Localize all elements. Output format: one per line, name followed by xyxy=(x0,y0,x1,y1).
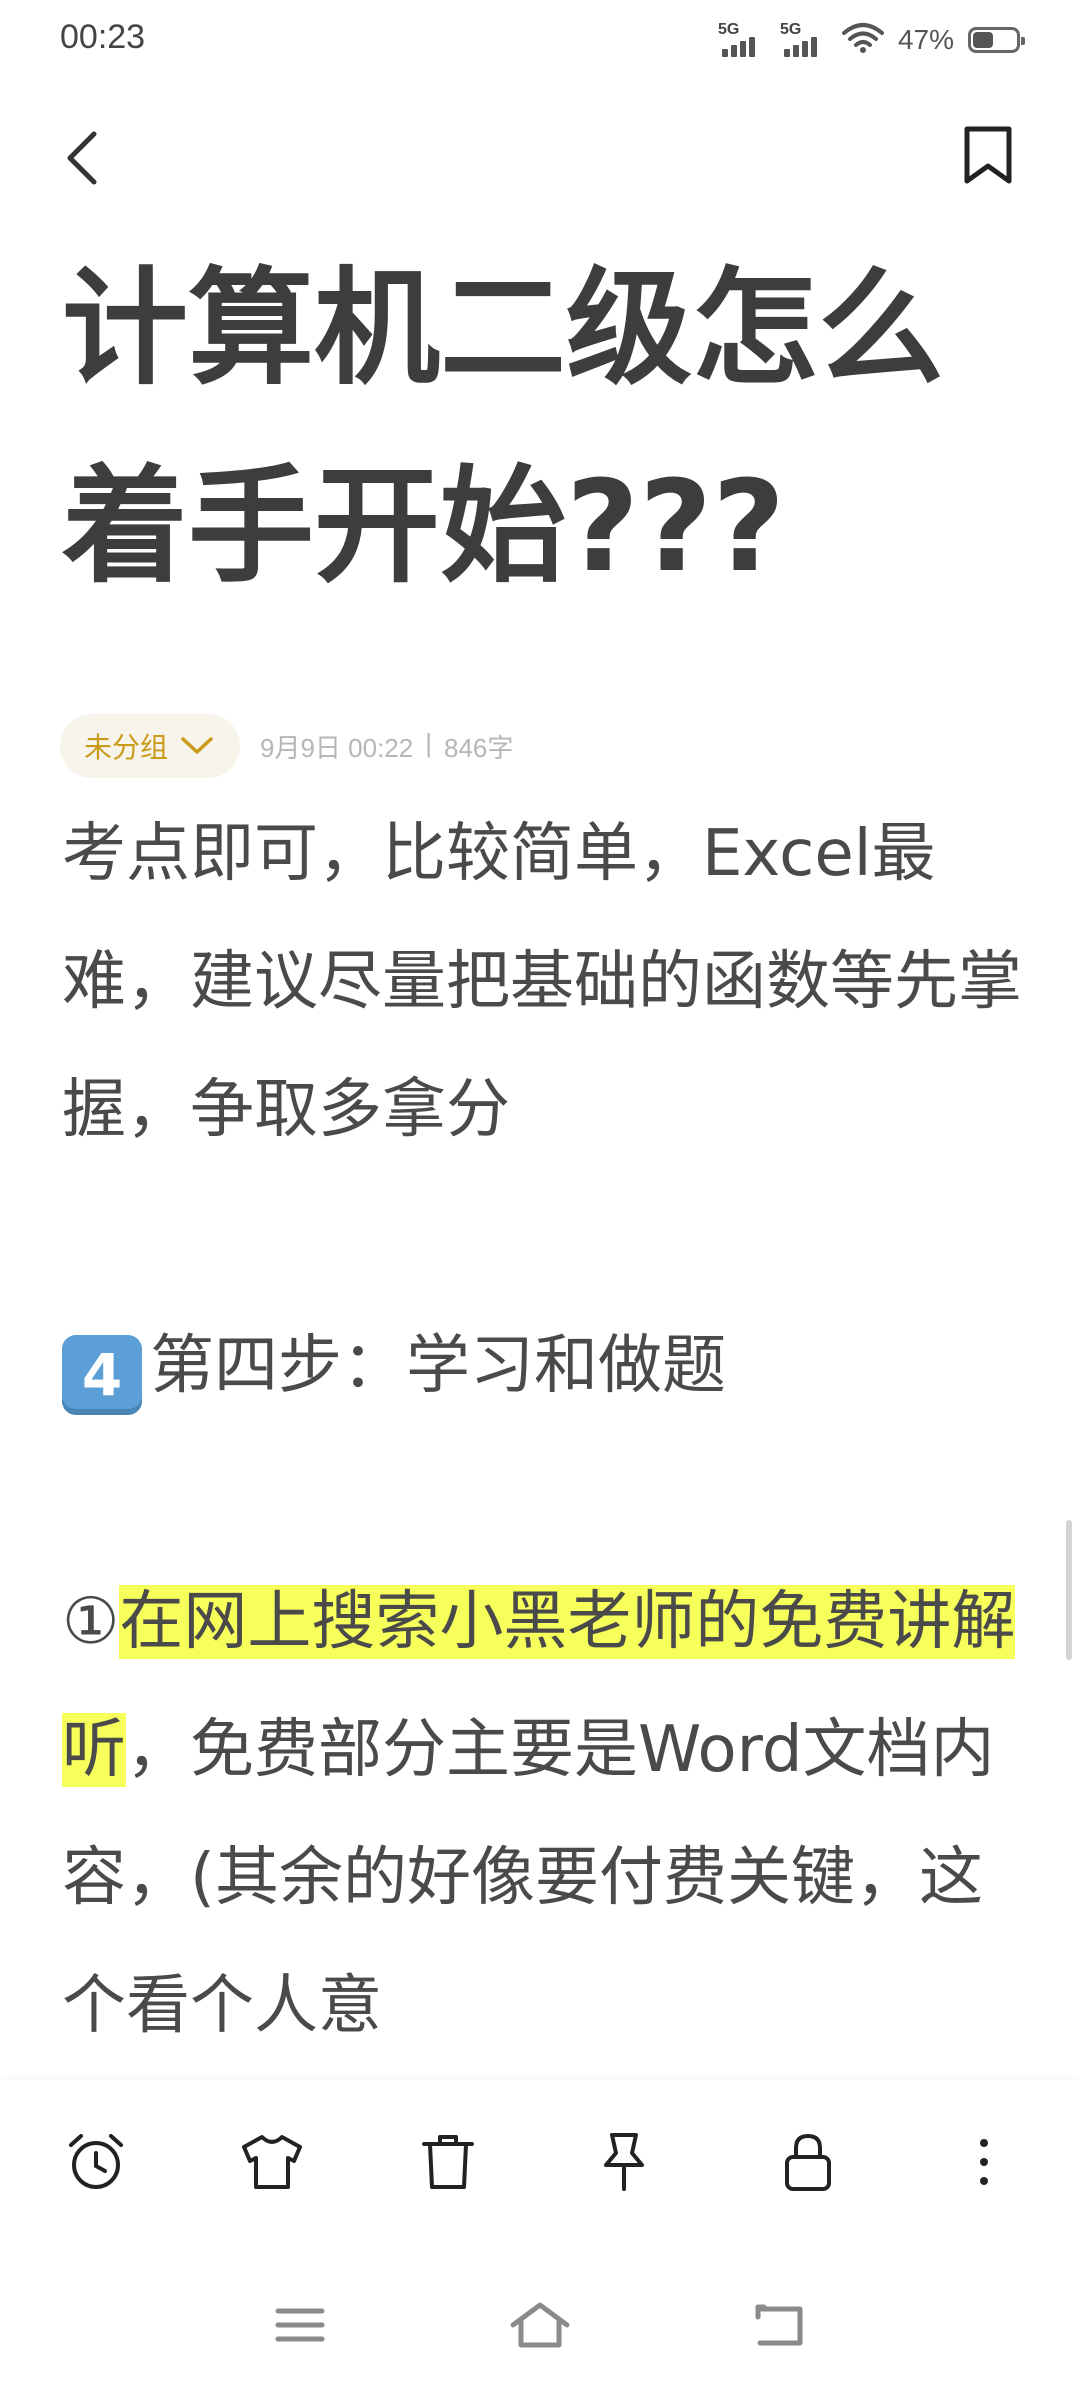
paragraph: 考点即可，比较简单，Excel最难，建议尽量把基础的函数等先掌握，争取多拿分 xyxy=(62,817,1022,1147)
signal-icon: 5G xyxy=(718,21,766,57)
battery-percent: 47% xyxy=(897,24,954,55)
battery-icon xyxy=(968,27,1025,53)
recent-apps-button[interactable] xyxy=(265,2290,335,2360)
more-icon xyxy=(980,2139,988,2185)
step-heading: 4 第四步：学习和做题 xyxy=(62,1302,1022,1430)
wifi-icon xyxy=(841,21,884,59)
note-title[interactable]: 计算机二级怎么着手开始??? xyxy=(62,230,1022,626)
back-button[interactable] xyxy=(64,118,124,198)
group-selector[interactable]: 未分组 xyxy=(60,714,241,778)
lock-button[interactable] xyxy=(776,2130,840,2194)
status-icons: 5G 5G 47% xyxy=(718,18,1025,62)
alarm-button[interactable] xyxy=(64,2130,128,2194)
bookmark-icon xyxy=(964,126,1012,184)
status-time: 00:23 xyxy=(60,18,146,56)
status-bar: 00:23 5G 5G 47% xyxy=(0,0,1080,80)
more-button[interactable] xyxy=(952,2130,1016,2194)
note-date: 9月9日 00:22 xyxy=(260,732,414,763)
bottom-toolbar xyxy=(0,2080,1080,2240)
trash-icon xyxy=(422,2135,474,2189)
note-body[interactable]: 考点即可，比较简单，Excel最难，建议尽量把基础的函数等先掌握，争取多拿分 4… xyxy=(62,790,1022,2070)
system-navbar xyxy=(0,2240,1080,2400)
menu-icon xyxy=(275,2308,325,2342)
back-icon xyxy=(755,2304,803,2346)
alarm-icon xyxy=(69,2134,123,2189)
paragraph-text: ，免费部分主要是Word文档内容，(其余的好像要付费关键，这个看个人意 xyxy=(62,1713,995,2043)
pin-icon xyxy=(604,2133,644,2191)
meta-separator: | xyxy=(425,727,432,758)
theme-button[interactable] xyxy=(240,2130,304,2194)
nav-back-button[interactable] xyxy=(745,2290,815,2360)
keycap-four-icon: 4 xyxy=(62,1335,142,1415)
group-label: 未分组 xyxy=(84,731,169,764)
home-button[interactable] xyxy=(505,2290,575,2360)
delete-button[interactable] xyxy=(416,2130,480,2194)
circled-number: ① xyxy=(62,1585,120,1659)
meta-info: 9月9日 00:22 | 846字 xyxy=(260,728,513,765)
chevron-left-icon xyxy=(67,131,97,185)
scrollbar[interactable] xyxy=(1066,1520,1072,1660)
chevron-down-icon xyxy=(181,737,213,754)
signal-icon: 5G xyxy=(780,21,828,57)
note-meta: 未分组 9月9日 00:22 | 846字 xyxy=(60,714,513,778)
paragraph: ①在网上搜索小黑老师的免费讲解听，免费部分主要是Word文档内容，(其余的好像要… xyxy=(62,1558,1022,2070)
bookmark-button[interactable] xyxy=(958,120,1018,190)
lock-icon xyxy=(785,2133,831,2191)
shirt-icon xyxy=(242,2135,302,2189)
word-count: 846字 xyxy=(444,732,514,763)
pin-button[interactable] xyxy=(592,2130,656,2194)
home-icon xyxy=(510,2302,570,2348)
step-heading-text: 第四步：学习和做题 xyxy=(150,1329,726,1403)
